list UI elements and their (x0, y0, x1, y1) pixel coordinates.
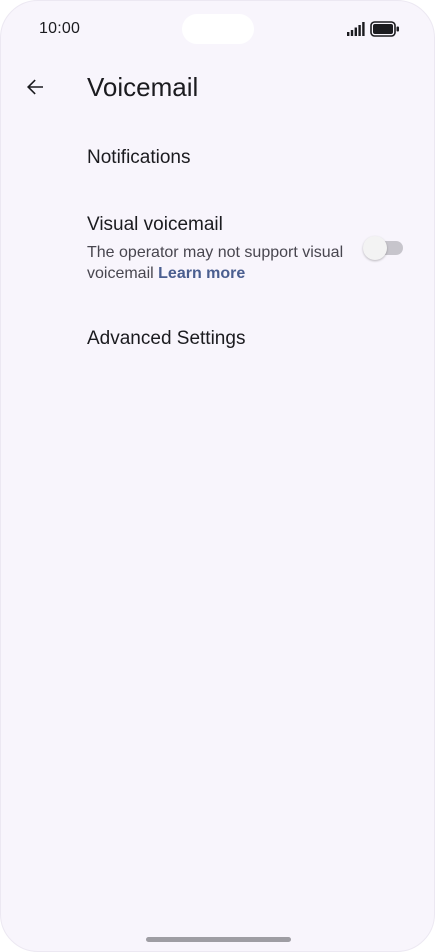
visual-voicemail-summary: The operator may not support visual voic… (87, 242, 347, 284)
status-bar: 10:00 (1, 1, 434, 57)
page-title: Voicemail (87, 72, 199, 102)
notifications-label: Notifications (87, 147, 191, 168)
visual-voicemail-toggle[interactable] (363, 236, 405, 260)
camera-cutout (182, 14, 254, 44)
battery-full-icon (370, 21, 399, 37)
phone-screen: 10:00 Voicemail Notifications Visual voi… (0, 0, 435, 952)
visual-voicemail-label: Visual voicemail (87, 214, 223, 235)
signal-bars-icon (347, 22, 365, 36)
home-indicator[interactable] (146, 937, 291, 942)
visual-voicemail-setting[interactable]: Visual voicemail The operator may not su… (1, 201, 434, 301)
learn-more-link[interactable]: Learn more (158, 265, 245, 282)
status-time: 10:00 (39, 20, 81, 37)
advanced-settings-setting[interactable]: Advanced Settings (1, 311, 434, 367)
back-button[interactable] (15, 67, 55, 107)
notifications-setting[interactable]: Notifications (1, 131, 434, 187)
arrow-left-icon (27, 79, 43, 95)
advanced-settings-label: Advanced Settings (87, 328, 246, 349)
toggle-thumb (363, 236, 387, 260)
